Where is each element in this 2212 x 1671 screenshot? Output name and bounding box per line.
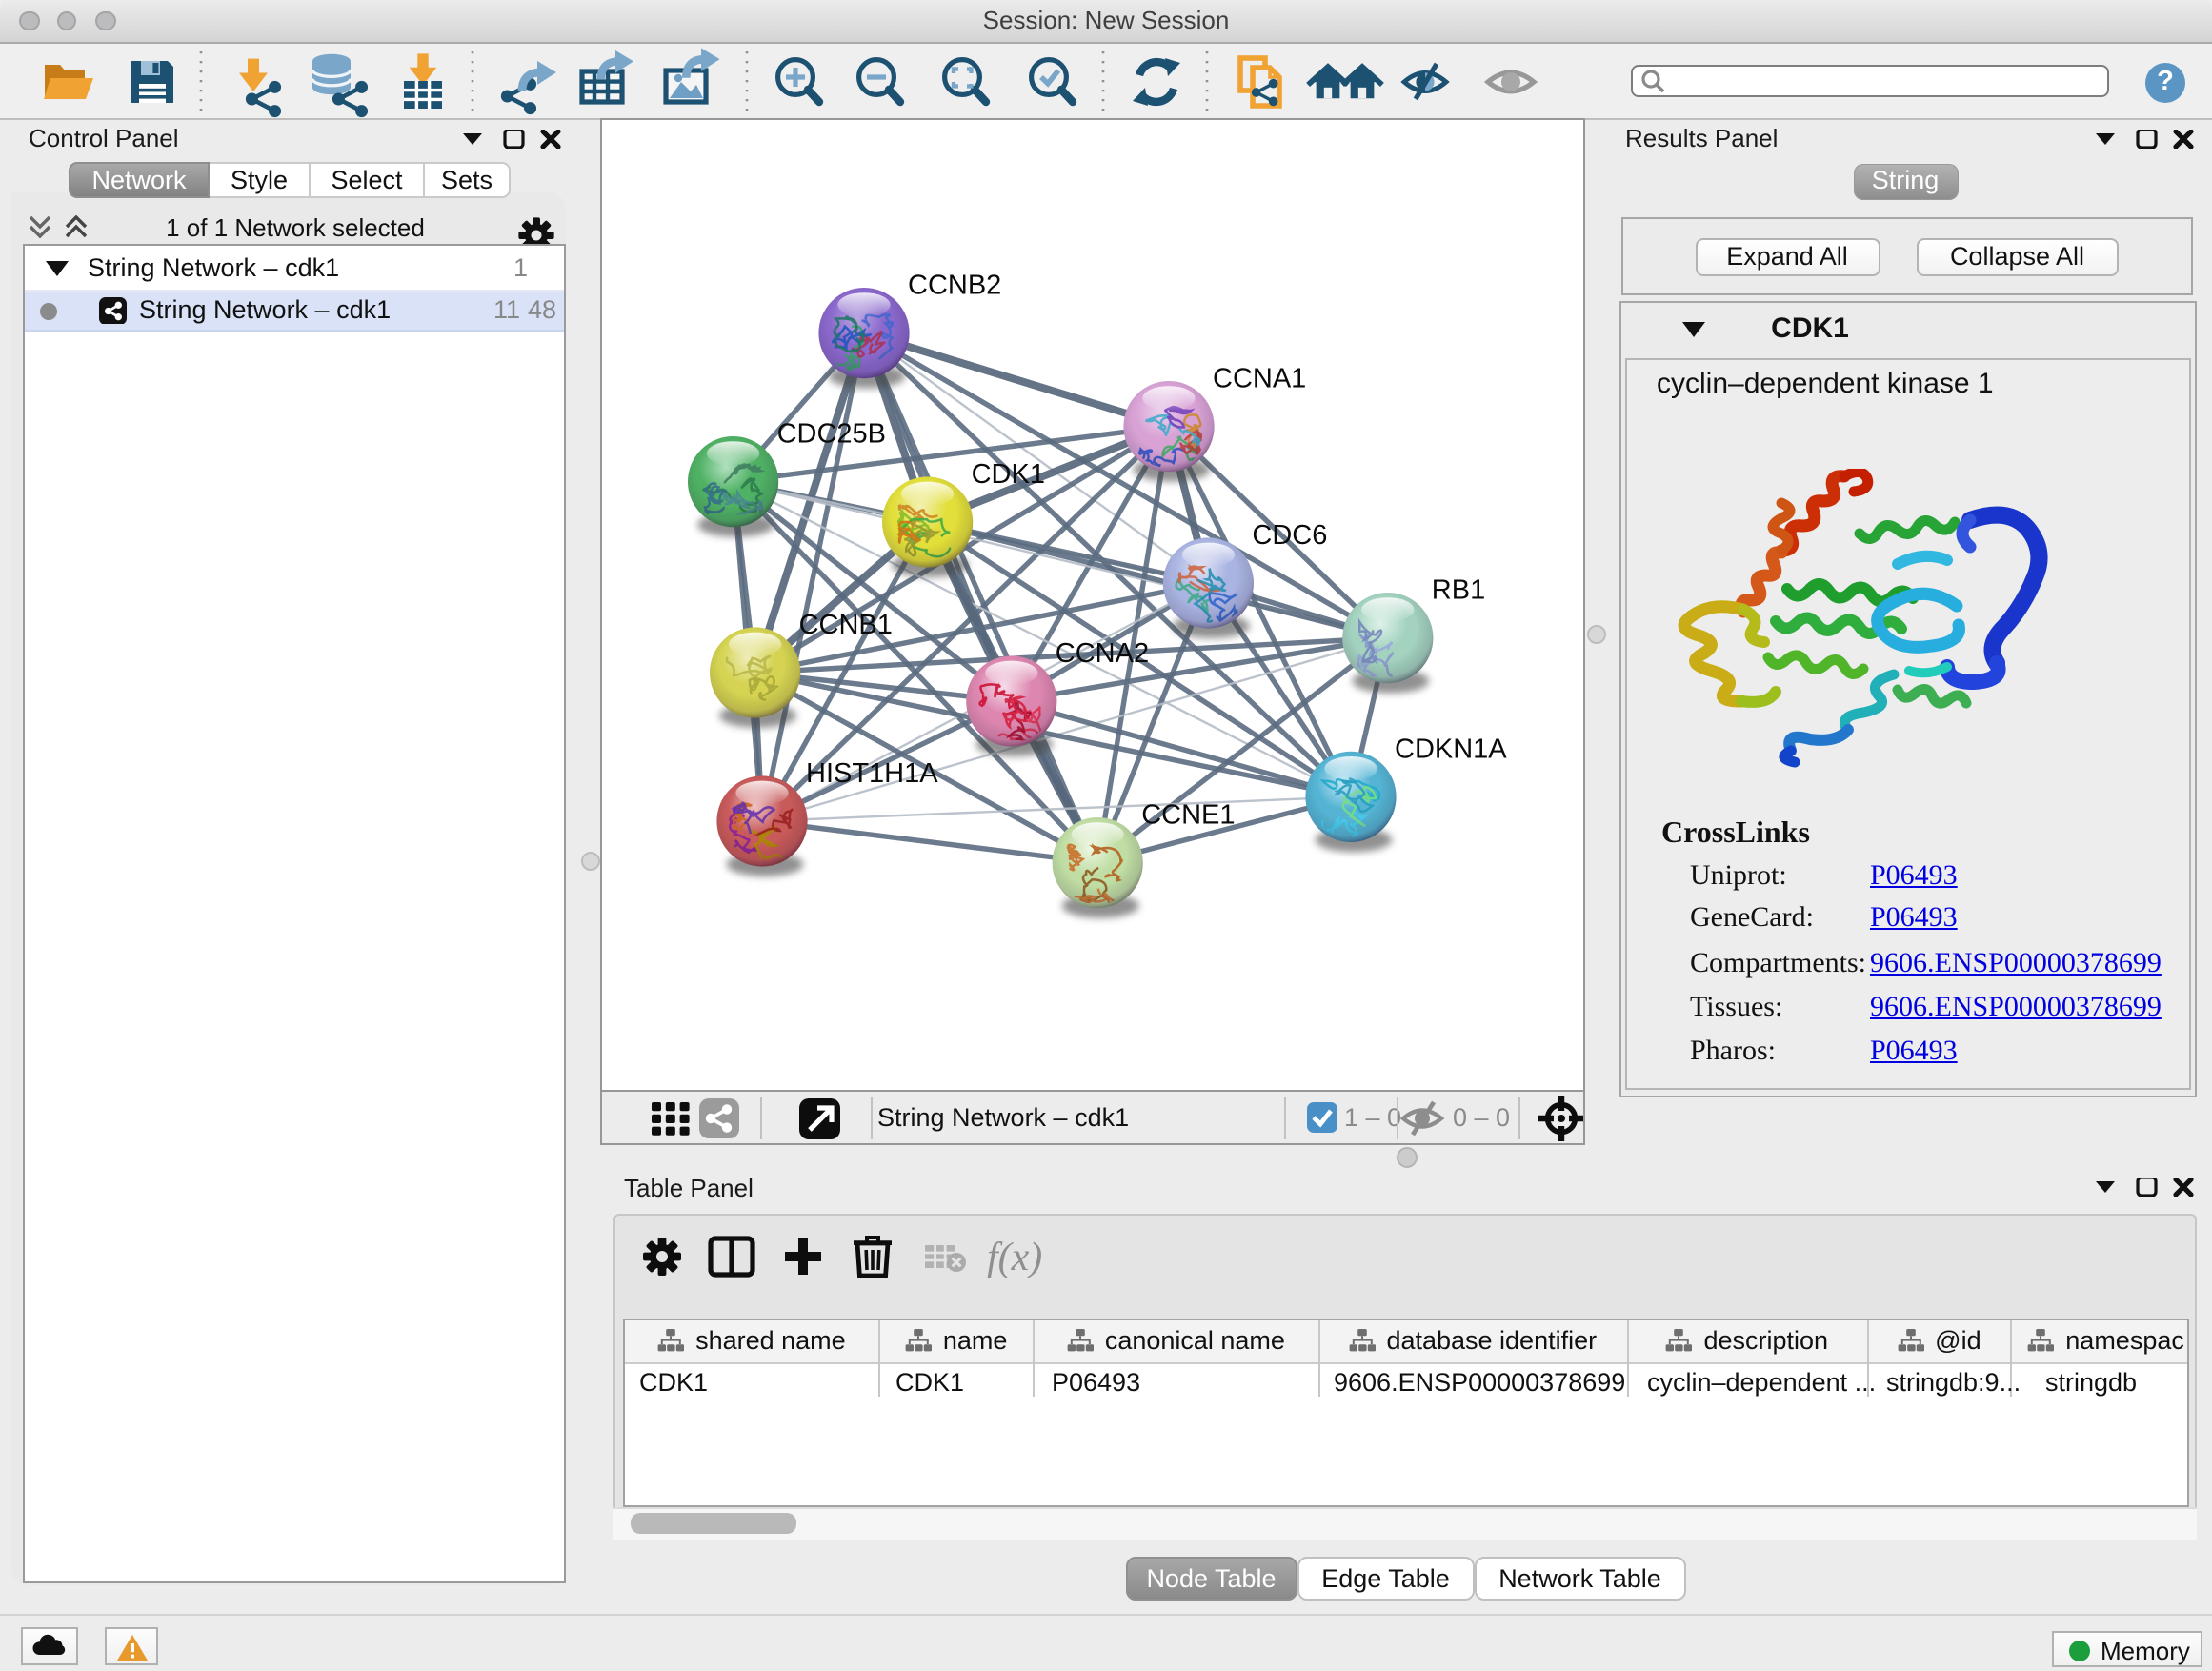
svg-text:RB1: RB1 [1431, 575, 1484, 606]
svg-text:CCNB1: CCNB1 [798, 610, 892, 640]
svg-text:CCNA1: CCNA1 [1212, 364, 1305, 394]
svg-text:CCNE1: CCNE1 [1140, 800, 1234, 831]
svg-text:HIST1H1A: HIST1H1A [805, 758, 937, 789]
svg-text:CDKN1A: CDKN1A [1394, 734, 1506, 764]
svg-text:CCNA2: CCNA2 [1055, 638, 1148, 669]
svg-text:CDC25B: CDC25B [776, 418, 885, 449]
svg-text:CCNB2: CCNB2 [907, 270, 1000, 300]
svg-text:CDK1: CDK1 [971, 459, 1044, 490]
svg-text:f(x): f(x) [987, 1236, 1042, 1279]
svg-text:CDC6: CDC6 [1251, 520, 1326, 551]
